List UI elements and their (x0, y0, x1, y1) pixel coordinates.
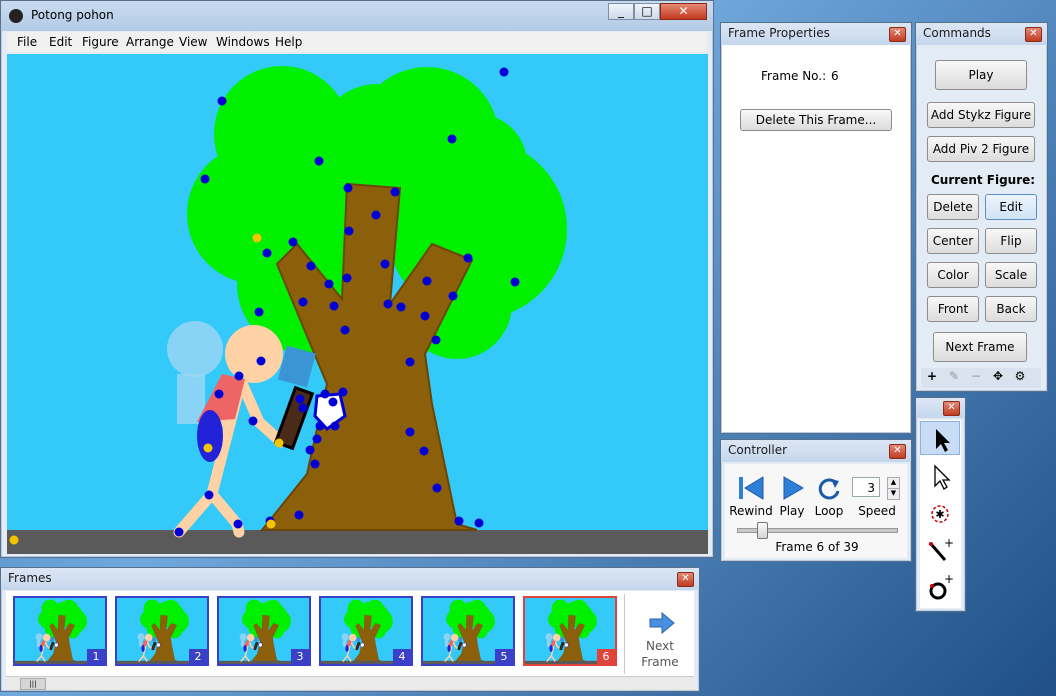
scale-figure-button[interactable]: Scale (985, 262, 1037, 288)
select-point-tool[interactable] (920, 459, 960, 493)
gear-icon[interactable]: ⚙ (1011, 369, 1029, 387)
frame-thumbnail[interactable]: 3 (217, 596, 311, 666)
arrow-icon (936, 429, 950, 452)
rewind-icon[interactable] (736, 473, 766, 503)
frame-thumbnail[interactable]: 6 (523, 596, 617, 666)
frames-scroll-thumb[interactable]: ||| (20, 678, 46, 690)
add-line-tool[interactable]: + (920, 533, 960, 567)
front-figure-button[interactable]: Front (927, 296, 979, 322)
play-button[interactable]: Play (935, 60, 1027, 90)
frame-no-label: Frame No.: (761, 69, 827, 83)
plus-icon[interactable]: + (923, 369, 941, 387)
close-icon[interactable]: ✕ (677, 572, 694, 587)
maximize-button[interactable]: □ (634, 3, 660, 20)
pencil-icon[interactable]: ✎ (945, 369, 963, 387)
controller-title: Controller (728, 443, 788, 457)
rewind-label: Rewind (729, 504, 773, 518)
menu-windows[interactable]: Windows (216, 35, 270, 49)
main-window: Potong pohon _ □ ✕ File Edit Figure Arra… (0, 0, 714, 558)
close-icon[interactable]: ✕ (943, 401, 960, 416)
pointer-icon (934, 464, 951, 490)
frame-number: 3 (291, 649, 309, 664)
next-frame-button[interactable]: Next Frame (933, 332, 1027, 362)
close-icon[interactable]: ✕ (889, 444, 906, 459)
loop-icon[interactable] (814, 473, 844, 503)
svg-text:✱: ✱ (935, 508, 944, 521)
menu-arrange[interactable]: Arrange (126, 35, 174, 49)
joint-tool[interactable]: ✱ (920, 497, 960, 531)
select-arrow-tool[interactable] (920, 421, 960, 455)
next-frame-label-2: Frame (641, 655, 679, 669)
next-frame-label-1: Next (646, 639, 674, 653)
play-icon[interactable] (778, 473, 808, 503)
frame-thumbnail[interactable]: 2 (115, 596, 209, 666)
close-icon[interactable]: ✕ (1025, 27, 1042, 42)
menu-bar: File Edit Figure Arrange View Windows He… (7, 32, 707, 52)
controller-titlebar: Controller ✕ (721, 440, 911, 462)
frame-properties-titlebar: Frame Properties ✕ (721, 23, 911, 45)
menu-help[interactable]: Help (275, 35, 302, 49)
frame-slider-thumb[interactable] (756, 522, 768, 539)
menu-figure[interactable]: Figure (82, 35, 119, 49)
joint-icon: ✱ (931, 505, 949, 523)
title-bar: Potong pohon _ □ ✕ (1, 1, 713, 31)
add-stykz-figure-button[interactable]: Add Stykz Figure (927, 102, 1035, 128)
controller-panel: Controller ✕ Rewind Play Loop 3 ▲ ▼ Spee… (720, 439, 912, 562)
frame-thumbnail[interactable]: 4 (319, 596, 413, 666)
loop-label: Loop (814, 504, 844, 518)
frame-properties-title: Frame Properties (728, 26, 830, 40)
close-button[interactable]: ✕ (660, 3, 707, 20)
minus-icon[interactable]: − (967, 369, 985, 387)
menu-edit[interactable]: Edit (49, 35, 72, 49)
frames-title: Frames (8, 571, 52, 585)
frame-number: 2 (189, 649, 207, 664)
speed-stepper-down[interactable]: ▼ (887, 488, 900, 500)
next-frame-tile[interactable]: Next Frame (624, 594, 695, 674)
frame-thumbnail[interactable]: 5 (421, 596, 515, 666)
frame-thumbnail[interactable]: 1 (13, 596, 107, 666)
app-icon (9, 9, 23, 23)
frame-status: Frame 6 of 39 (775, 540, 859, 554)
right-arrow-icon (649, 611, 675, 635)
commands-titlebar: Commands ✕ (916, 23, 1047, 45)
frame-number: 6 (597, 649, 615, 664)
add-circle-tool[interactable]: + (920, 570, 960, 604)
frame-no-value: 6 (831, 69, 839, 83)
frames-scrollbar[interactable]: ||| (6, 676, 694, 690)
frame-number: 1 (87, 649, 105, 664)
speed-label: Speed (858, 504, 896, 518)
speed-input[interactable]: 3 (852, 477, 880, 497)
tools-titlebar: ✕ (916, 398, 965, 418)
frames-titlebar: Frames ✕ (1, 568, 699, 590)
commands-panel: Commands ✕ Play Add Stykz Figure Add Piv… (915, 22, 1048, 392)
flip-figure-button[interactable]: Flip (985, 228, 1037, 254)
canvas[interactable] (7, 54, 708, 554)
svg-text:+: + (944, 536, 954, 550)
center-figure-button[interactable]: Center (927, 228, 979, 254)
close-icon[interactable]: ✕ (889, 27, 906, 42)
svg-text:+: + (944, 572, 954, 586)
menu-view[interactable]: View (179, 35, 207, 49)
add-line-icon: + (929, 536, 954, 561)
frame-number: 5 (495, 649, 513, 664)
frame-properties-body (724, 46, 908, 430)
edit-figure-button[interactable]: Edit (985, 194, 1037, 220)
commands-toolbar: + ✎ − ✥ ⚙ (921, 368, 1041, 388)
delete-this-frame-button[interactable]: Delete This Frame... (740, 109, 892, 131)
frame-properties-panel: Frame Properties ✕ Frame No.: 6 Delete T… (720, 22, 912, 434)
commands-title: Commands (923, 26, 991, 40)
move-icon[interactable]: ✥ (989, 369, 1007, 387)
current-figure-label: Current Figure: (931, 173, 1036, 187)
add-piv-2-figure-button[interactable]: Add Piv 2 Figure (927, 136, 1035, 162)
window-title: Potong pohon (31, 8, 114, 22)
minimize-button[interactable]: _ (608, 3, 634, 20)
menu-file[interactable]: File (17, 35, 37, 49)
animation-stage[interactable] (7, 54, 708, 554)
back-figure-button[interactable]: Back (985, 296, 1037, 322)
add-circle-icon: + (929, 572, 954, 600)
delete-figure-button[interactable]: Delete (927, 194, 979, 220)
frame-number: 4 (393, 649, 411, 664)
color-figure-button[interactable]: Color (927, 262, 979, 288)
